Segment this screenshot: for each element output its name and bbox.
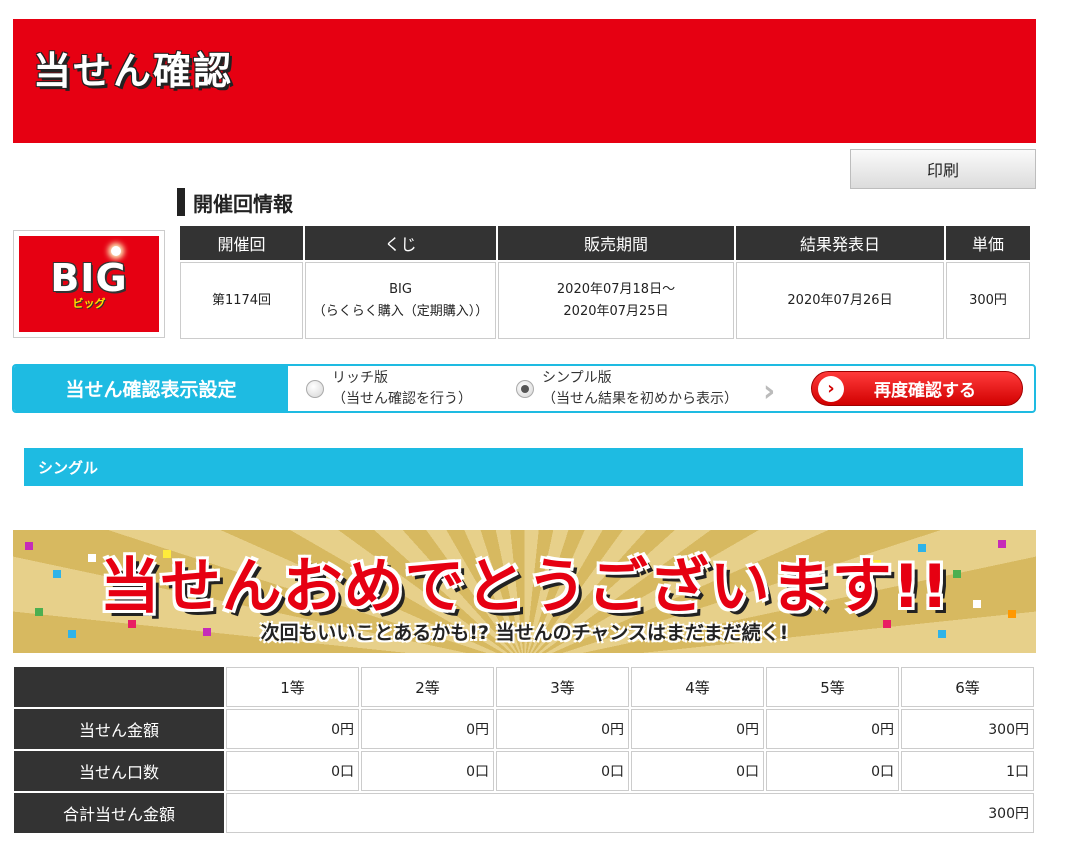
display-settings-label: 当せん確認表示設定: [14, 366, 288, 411]
display-settings-panel: 当せん確認表示設定 リッチ版 （当せん確認を行う） シンプル版 （当せん結果を初…: [12, 364, 1036, 413]
big-logo-badge: BIG ビッグ: [19, 236, 159, 332]
corner-cell: [14, 667, 224, 707]
prize-rank-header: 2等: [361, 667, 494, 707]
table-row: 第1174回 BIG （らくらく購入（定期購入）） 2020年07月18日～ 2…: [180, 262, 1030, 339]
round-cell: 第1174回: [180, 262, 303, 339]
prize-rank-header: 4等: [631, 667, 764, 707]
prize-rank-header: 6等: [901, 667, 1034, 707]
rich-version-title: リッチ版: [332, 369, 388, 386]
prize-rank-header: 3等: [496, 667, 629, 707]
prize-amount-label: 当せん金額: [14, 709, 224, 749]
column-header: 開催回: [180, 226, 303, 260]
rich-version-text: リッチ版 （当せん確認を行う）: [332, 368, 472, 410]
print-button[interactable]: 印刷: [850, 149, 1036, 189]
winning-units-label: 当せん口数: [14, 751, 224, 791]
table-row: 当せん金額 0円 0円 0円 0円 0円 300円: [14, 709, 1034, 749]
total-prize-cell: 300円: [226, 793, 1034, 833]
prize-amount-cell: 0円: [496, 709, 629, 749]
simple-version-desc: （当せん結果を初めから表示）: [542, 390, 738, 407]
column-header: くじ: [305, 226, 496, 260]
congratulations-subtext: 次回もいいことあるかも!? 当せんのチャンスはまだまだ続く!: [260, 622, 789, 644]
simple-version-title: シンプル版: [542, 369, 612, 386]
prize-amount-cell: 0円: [631, 709, 764, 749]
total-prize-label: 合計当せん金額: [14, 793, 224, 833]
table-row: 当せん口数 0口 0口 0口 0口 0口 1口: [14, 751, 1034, 791]
big-logo-subtext: ビッグ: [72, 297, 106, 310]
prize-rank-header: 5等: [766, 667, 899, 707]
rich-version-radio[interactable]: [306, 379, 324, 398]
table-row: 合計当せん金額 300円: [14, 793, 1034, 833]
simple-version-radio[interactable]: [516, 379, 534, 398]
lottery-purchase-type: （らくらく購入（定期購入））: [312, 303, 489, 319]
winning-units-cell: 0口: [766, 751, 899, 791]
recheck-label: 再度確認する: [874, 381, 976, 401]
price-cell: 300円: [946, 262, 1030, 339]
draw-info-heading: 開催回情報: [177, 188, 293, 216]
simple-version-text: シンプル版 （当せん結果を初めから表示）: [542, 368, 738, 410]
winning-units-cell: 0口: [361, 751, 494, 791]
sales-end: 2020年07月25日: [563, 303, 669, 319]
rich-version-desc: （当せん確認を行う）: [332, 390, 472, 407]
congratulations-text: 当せんおめでとうございます!!: [99, 552, 950, 622]
sparkle-icon: [111, 246, 121, 256]
arrow-circle-icon: ›: [818, 375, 844, 402]
prize-amount-cell: 0円: [226, 709, 359, 749]
page-title: 当せん確認: [33, 49, 234, 93]
simple-version-option[interactable]: シンプル版 （当せん結果を初めから表示）: [516, 366, 738, 411]
winning-units-cell: 0口: [226, 751, 359, 791]
chevron-right-icon: ›: [763, 374, 776, 409]
winning-units-cell: 1口: [901, 751, 1034, 791]
draw-info-title: 開催回情報: [193, 191, 293, 216]
winning-units-cell: 0口: [631, 751, 764, 791]
recheck-button[interactable]: › 再度確認する: [811, 371, 1023, 406]
sales-start: 2020年07月18日～: [556, 281, 676, 297]
lottery-cell: BIG （らくらく購入（定期購入））: [305, 262, 496, 339]
sales-period-cell: 2020年07月18日～ 2020年07月25日: [498, 262, 734, 339]
column-header: 販売期間: [498, 226, 734, 260]
column-header: 結果発表日: [736, 226, 944, 260]
big-logo-text: BIG: [50, 256, 128, 300]
column-header: 単価: [946, 226, 1030, 260]
prize-amount-cell: 0円: [361, 709, 494, 749]
big-logo: BIG ビッグ: [13, 230, 165, 338]
prize-amount-cell: 0円: [766, 709, 899, 749]
winning-units-cell: 0口: [496, 751, 629, 791]
congratulations-banner: 当せんおめでとうございます!! 次回もいいことあるかも!? 当せんのチャンスはま…: [13, 530, 1036, 653]
prize-rank-header: 1等: [226, 667, 359, 707]
draw-info-table: 開催回 くじ 販売期間 結果発表日 単価 第1174回 BIG （らくらく購入（…: [178, 224, 1032, 341]
results-table: 1等 2等 3等 4等 5等 6等 当せん金額 0円 0円 0円 0円 0円 3…: [12, 665, 1036, 835]
prize-amount-cell: 300円: [901, 709, 1034, 749]
result-date-cell: 2020年07月26日: [736, 262, 944, 339]
rich-version-option[interactable]: リッチ版 （当せん確認を行う）: [306, 366, 472, 411]
lottery-name: BIG: [389, 281, 412, 297]
single-section-header: シングル: [24, 448, 1023, 486]
heading-bar: [177, 188, 185, 216]
